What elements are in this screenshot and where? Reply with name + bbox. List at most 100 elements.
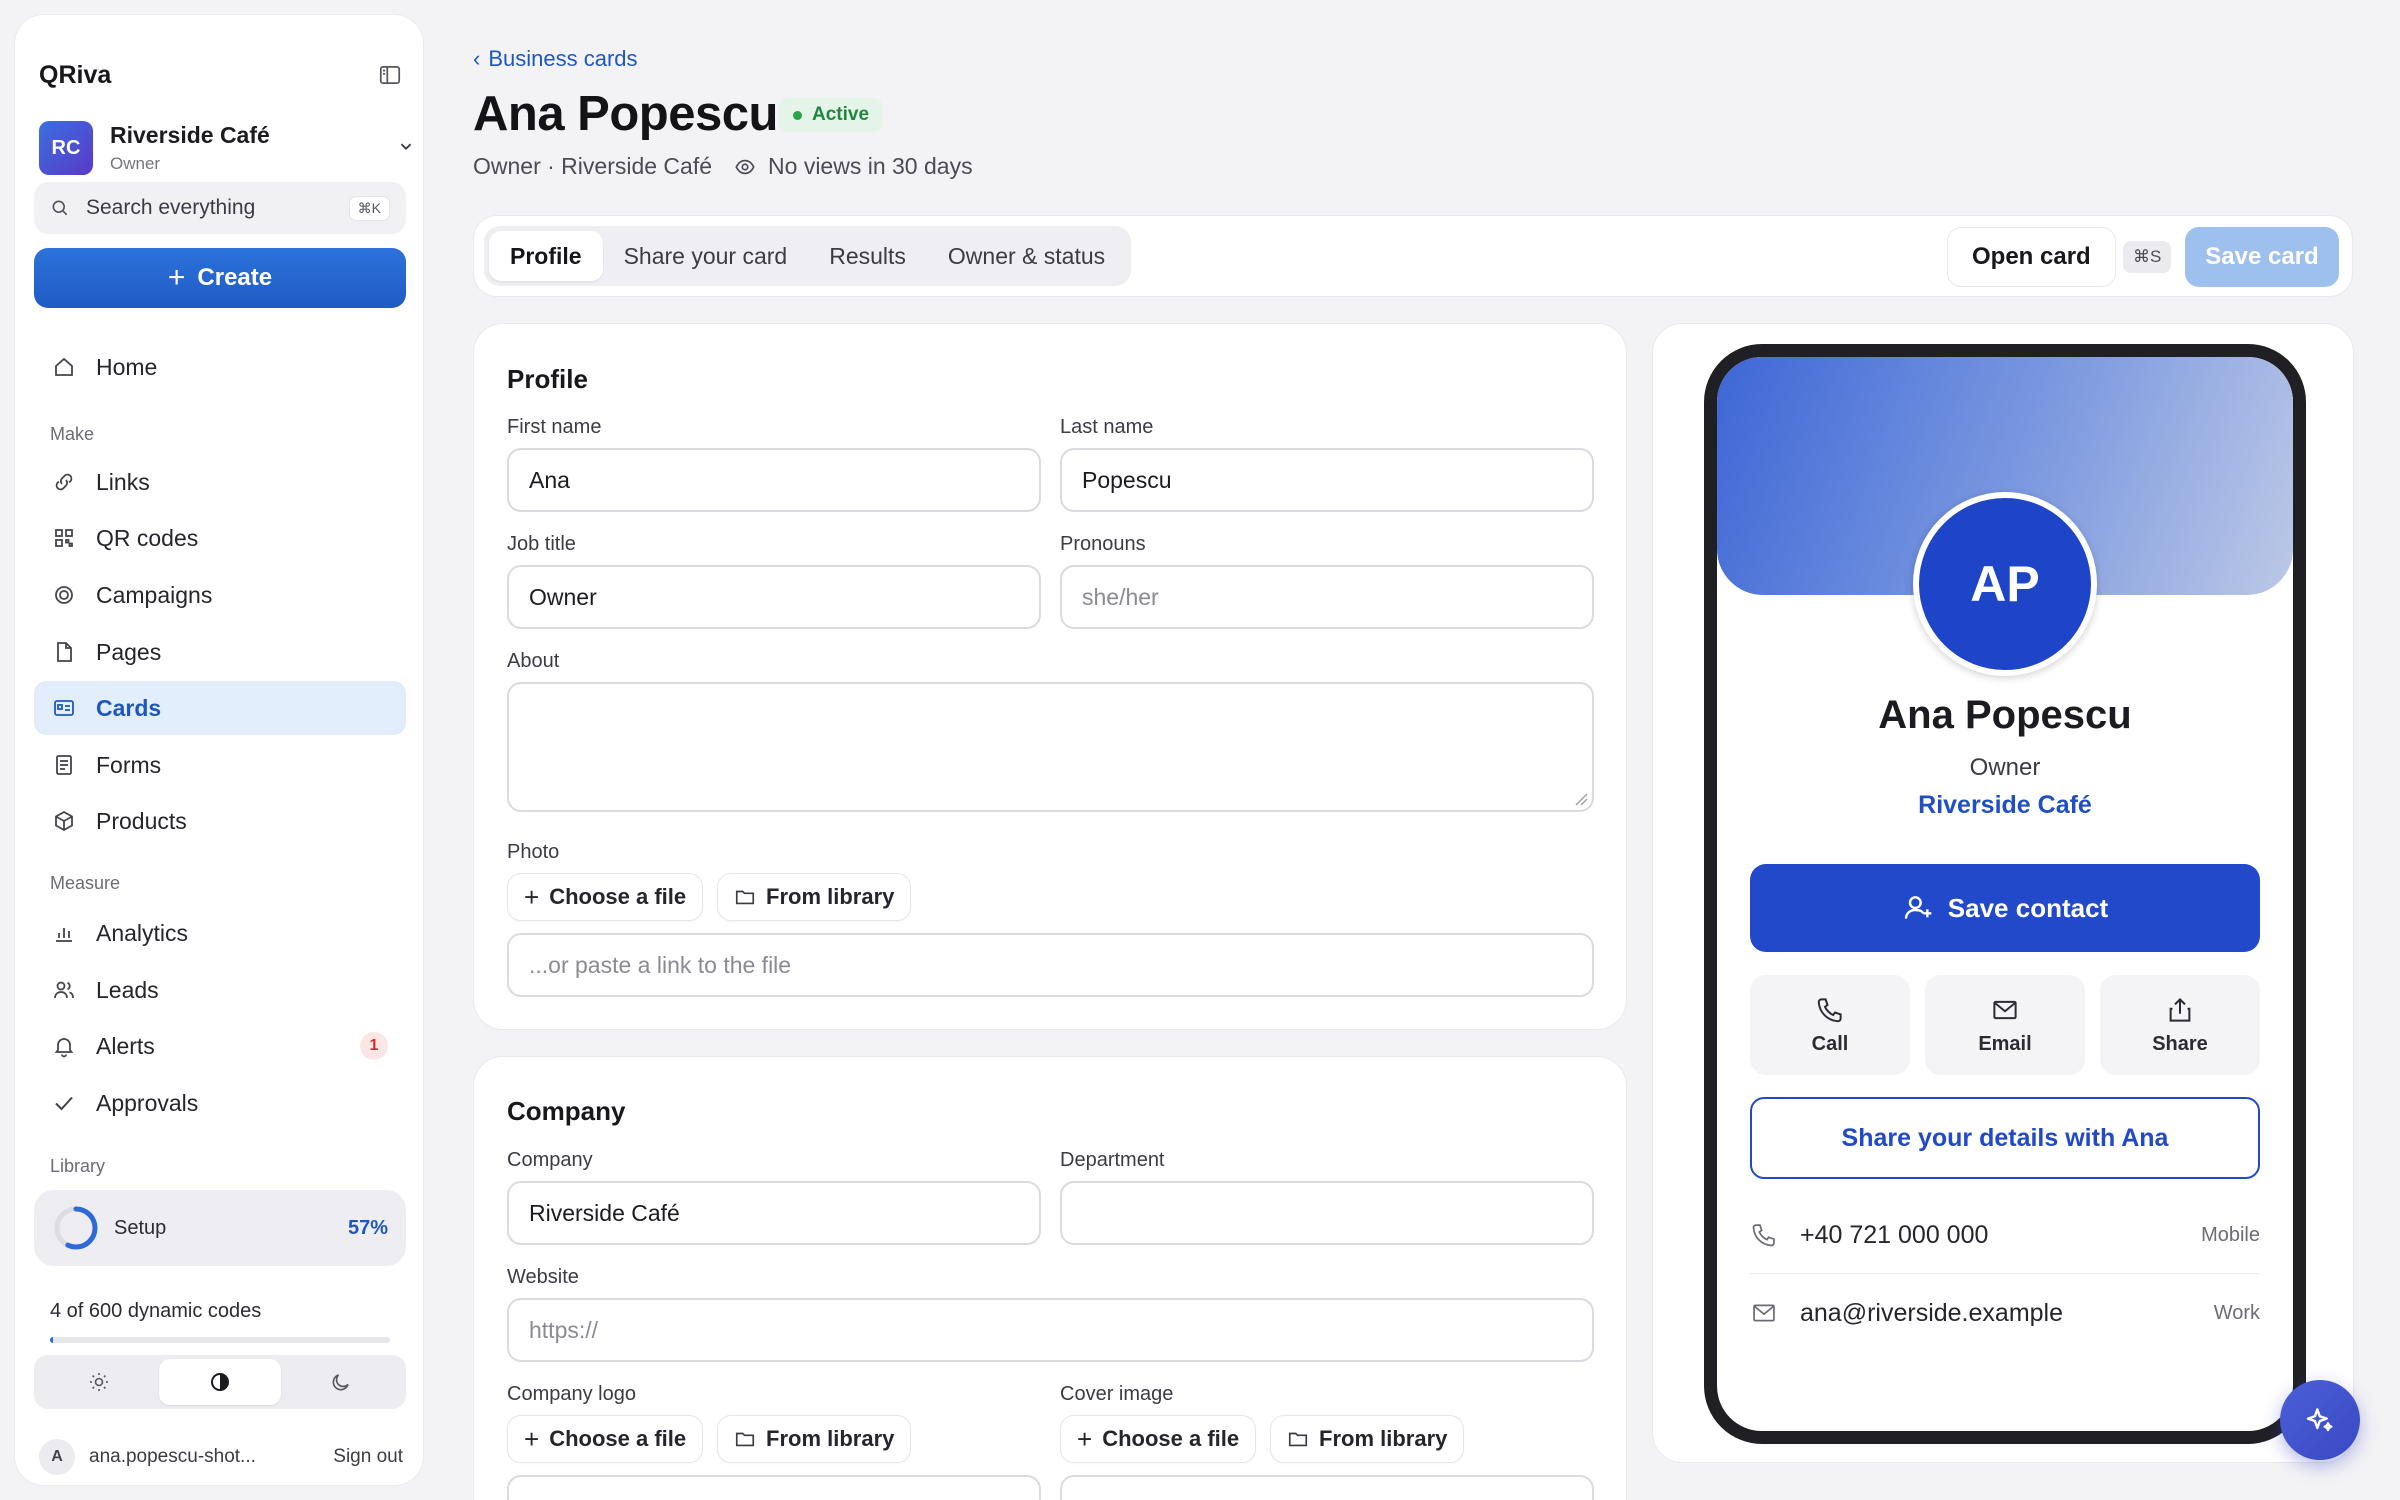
box-icon [55, 810, 73, 832]
tab-share-your-card[interactable]: Share your card [603, 231, 809, 281]
app-name: QRiva [39, 60, 112, 89]
page-subtitle: Owner · Riverside Café No views in 30 da… [473, 153, 973, 180]
breadcrumb-label: Business cards [488, 46, 638, 71]
sidebar-item-campaigns[interactable]: Campaigns [34, 568, 406, 622]
resize-grip-icon[interactable] [1574, 792, 1588, 806]
save-contact-button[interactable]: Save contact [1750, 864, 2260, 952]
sidebar-item-cards[interactable]: Cards [34, 681, 406, 735]
choose-file-label: Choose a file [549, 884, 687, 909]
status-dot [793, 110, 802, 120]
sidebar-item-label: Home [96, 353, 158, 380]
workspace-switcher[interactable]: RC Riverside Café Owner [39, 113, 421, 183]
logo-from-library-button[interactable]: From library [717, 1415, 912, 1463]
sidebar-item-analytics[interactable]: Analytics [34, 906, 406, 960]
cover-choose-file-button[interactable]: + Choose a file [1060, 1415, 1257, 1463]
logo-choose-file-button[interactable]: + Choose a file [507, 1415, 704, 1463]
sidebar-item-alerts[interactable]: Alerts 1 [34, 1019, 406, 1073]
save-shortcut-hint: ⌘S [2123, 241, 2172, 273]
photo-from-library-button[interactable]: From library [717, 873, 912, 921]
search-icon [52, 200, 68, 216]
call-label: Call [1811, 1032, 1849, 1055]
sidebar-item-links[interactable]: Links [34, 455, 406, 509]
theme-dark-option[interactable] [281, 1359, 402, 1405]
folder-icon [1288, 1432, 1308, 1447]
tab-profile[interactable]: Profile [489, 231, 603, 281]
chevron-left-icon: ‹ [473, 46, 481, 71]
contact-divider [1750, 1273, 2260, 1274]
link-icon [55, 473, 73, 491]
form-icon [56, 755, 72, 775]
department-label: Department [1060, 1149, 1165, 1171]
about-textarea[interactable] [507, 682, 1594, 812]
theme-light-option[interactable] [38, 1359, 159, 1405]
photo-link-field[interactable]: ...or paste a link to the file [507, 933, 1594, 997]
pronouns-field[interactable]: she/her [1060, 565, 1594, 629]
breadcrumb[interactable]: ‹ Business cards [473, 46, 638, 72]
share-label: Share [2152, 1032, 2208, 1055]
sidebar-item-label: Campaigns [96, 581, 213, 608]
theme-contrast-option[interactable] [159, 1359, 281, 1405]
last-name-field[interactable]: Popescu [1060, 448, 1594, 512]
save-card-button[interactable]: Save card [2185, 227, 2339, 287]
sign-out-link[interactable]: Sign out [333, 1446, 403, 1468]
sidebar-item-home[interactable]: Home [34, 340, 406, 394]
section-title: Company [507, 1096, 626, 1126]
sidebar-item-approvals[interactable]: Approvals [34, 1076, 406, 1130]
sidebar-item-leads[interactable]: Leads [34, 963, 406, 1017]
cover-from-library-button[interactable]: From library [1270, 1415, 1465, 1463]
add-user-icon [1904, 896, 1932, 919]
nav-section-library: Library [50, 1156, 106, 1176]
sidebar-item-products[interactable]: Products [34, 794, 406, 848]
setup-progress-card[interactable]: Setup 57% [34, 1190, 406, 1266]
share-details-button[interactable]: Share your details with Ana [1750, 1097, 2260, 1179]
tab-toolbar: Profile Share your card Results Owner & … [473, 215, 2353, 297]
cover-link-field[interactable] [1060, 1475, 1594, 1500]
tab-results[interactable]: Results [808, 231, 927, 281]
ai-assistant-button[interactable] [2280, 1380, 2360, 1460]
share-action-button[interactable]: Share [2100, 975, 2260, 1075]
call-action-button[interactable]: Call [1750, 975, 1910, 1075]
views-text: No views in 30 days [768, 153, 973, 179]
website-label: Website [507, 1266, 579, 1288]
logo-link-field[interactable] [507, 1475, 1041, 1500]
sidebar-item-forms[interactable]: Forms [34, 738, 406, 792]
plus-icon: + [1077, 1423, 1093, 1454]
first-name-label: First name [507, 416, 602, 438]
sidebar-item-qr-codes[interactable]: QR codes [34, 511, 406, 565]
sidebar-item-label: Leads [96, 976, 159, 1003]
website-field[interactable]: https:// [507, 1298, 1594, 1362]
from-library-label: From library [766, 884, 895, 909]
preview-avatar: AP [1913, 492, 2097, 676]
contact-email-row[interactable]: ana@riverside.example Work [1750, 1283, 2260, 1343]
open-card-button[interactable]: Open card [1947, 227, 2116, 287]
company-field[interactable]: Riverside Café [507, 1181, 1041, 1245]
alerts-count-badge: 1 [360, 1032, 388, 1060]
user-avatar: A [39, 1439, 75, 1475]
from-library-label: From library [766, 1426, 895, 1451]
sidebar-item-pages[interactable]: Pages [34, 625, 406, 679]
photo-choose-file-button[interactable]: + Choose a file [507, 873, 704, 921]
page-title: Ana Popescu [473, 87, 778, 141]
sparkle-icon [2306, 1408, 2333, 1432]
sidebar-item-label: QR codes [96, 524, 199, 551]
search-placeholder: Search everything [86, 196, 256, 219]
job-title-label: Job title [507, 533, 576, 555]
sidebar-item-label: Alerts [96, 1032, 155, 1059]
save-contact-label: Save contact [1947, 892, 2109, 923]
department-field[interactable] [1060, 1181, 1594, 1245]
dynamic-codes-progress-fill [50, 1337, 54, 1343]
nav-section-measure: Measure [50, 873, 121, 893]
folder-icon [735, 1432, 755, 1447]
section-title: Profile [507, 364, 588, 394]
search-input[interactable]: Search everything ⌘K [34, 182, 406, 234]
choose-file-label: Choose a file [549, 1426, 687, 1451]
job-title-field[interactable]: Owner [507, 565, 1041, 629]
tab-owner-status[interactable]: Owner & status [927, 231, 1126, 281]
create-button[interactable]: + Create [34, 248, 406, 308]
email-action-button[interactable]: Email [1925, 975, 2085, 1075]
collapse-sidebar-icon[interactable] [377, 62, 403, 88]
nav-section-make: Make [50, 424, 95, 444]
contact-phone-row[interactable]: +40 721 000 000 Mobile [1750, 1205, 2260, 1265]
first-name-field[interactable]: Ana [507, 448, 1041, 512]
email-label: Email [1978, 1032, 2032, 1055]
